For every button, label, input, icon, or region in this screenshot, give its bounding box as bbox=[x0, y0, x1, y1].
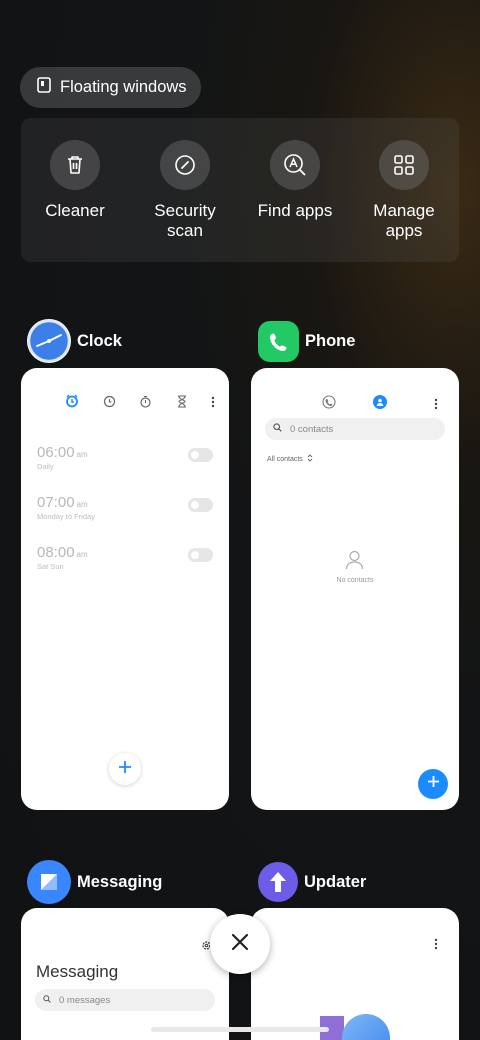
search-placeholder: 0 messages bbox=[59, 994, 111, 1006]
plus-icon bbox=[427, 775, 440, 793]
timer-tab-icon[interactable] bbox=[176, 394, 188, 413]
alarm-toggle[interactable] bbox=[188, 498, 213, 512]
alarm-time: 07:00 bbox=[37, 494, 75, 511]
alarm-ampm: am bbox=[76, 450, 88, 459]
contacts-filter-dropdown[interactable]: All contacts bbox=[267, 454, 313, 464]
empty-contacts-text: No contacts bbox=[336, 577, 374, 584]
search-icon bbox=[43, 994, 51, 1006]
close-all-button[interactable] bbox=[210, 914, 270, 974]
clock-app-icon bbox=[27, 319, 71, 363]
person-icon bbox=[345, 550, 364, 575]
search-placeholder: 0 contacts bbox=[290, 423, 334, 435]
messaging-app-card[interactable]: Messaging 0 messages bbox=[21, 908, 229, 1040]
updater-app-name: Updater bbox=[304, 872, 367, 891]
phone-app-card[interactable]: 0 contacts All contacts No contacts bbox=[251, 368, 459, 810]
alarm-time: 08:00 bbox=[37, 544, 75, 561]
contacts-filter-label: All contacts bbox=[267, 455, 303, 463]
add-contact-button[interactable] bbox=[418, 769, 448, 799]
more-options-icon[interactable] bbox=[211, 395, 215, 413]
clock-tab-bar bbox=[65, 394, 215, 413]
find-apps-label: Find apps bbox=[257, 201, 333, 220]
security-scan-icon bbox=[160, 140, 210, 190]
phone-app-header[interactable]: Phone bbox=[258, 321, 355, 362]
cleaner-button[interactable]: Cleaner bbox=[25, 140, 125, 221]
alarm-row[interactable]: 06:00 am Daily bbox=[37, 444, 213, 484]
more-options-icon[interactable] bbox=[434, 397, 438, 415]
alarm-repeat: Daily bbox=[37, 462, 54, 471]
alarm-ampm: am bbox=[76, 500, 88, 509]
find-apps-icon bbox=[270, 140, 320, 190]
floating-windows-label: Floating windows bbox=[60, 78, 187, 96]
messaging-app-header[interactable]: Messaging bbox=[27, 860, 162, 904]
home-indicator[interactable] bbox=[151, 1027, 329, 1032]
world-clock-tab-icon[interactable] bbox=[103, 395, 116, 413]
close-icon bbox=[231, 933, 249, 956]
trash-icon bbox=[50, 140, 100, 190]
alarm-repeat: Monday to Friday bbox=[37, 512, 95, 521]
alarm-toggle[interactable] bbox=[188, 448, 213, 462]
cleaner-label: Cleaner bbox=[45, 201, 105, 220]
alarm-tab-icon[interactable] bbox=[65, 394, 79, 413]
alarm-time: 06:00 bbox=[37, 444, 75, 461]
clock-app-name: Clock bbox=[77, 331, 122, 350]
alarm-row[interactable]: 07:00 am Monday to Friday bbox=[37, 494, 213, 534]
contacts-tab-icon[interactable] bbox=[373, 395, 387, 409]
clock-app-header[interactable]: Clock bbox=[27, 319, 122, 363]
manage-apps-button[interactable]: Manage apps bbox=[354, 140, 454, 241]
clock-app-card[interactable]: 06:00 am Daily 07:00 am Monday to Friday 0… bbox=[21, 368, 229, 810]
more-options-icon[interactable] bbox=[434, 937, 438, 955]
security-scan-button[interactable]: Security scan bbox=[135, 140, 235, 241]
updater-illustration-circle bbox=[342, 1014, 390, 1040]
plus-icon bbox=[118, 760, 132, 779]
sort-arrows-icon bbox=[307, 454, 313, 464]
floating-windows-button[interactable]: Floating windows bbox=[20, 67, 201, 108]
alarm-repeat: Sat Sun bbox=[37, 562, 64, 571]
alarm-toggle[interactable] bbox=[188, 548, 213, 562]
add-alarm-button[interactable] bbox=[109, 753, 141, 785]
alarm-ampm: am bbox=[76, 550, 88, 559]
messages-search-input[interactable]: 0 messages bbox=[35, 989, 215, 1011]
quick-actions-panel: Cleaner Security scan Find apps Manage a… bbox=[21, 118, 459, 262]
updater-app-icon bbox=[258, 862, 298, 902]
alarm-row[interactable]: 08:00 am Sat Sun bbox=[37, 544, 213, 584]
find-apps-button[interactable]: Find apps bbox=[245, 140, 345, 221]
floating-window-icon bbox=[36, 77, 52, 98]
phone-app-name: Phone bbox=[305, 332, 356, 350]
contacts-search-input[interactable]: 0 contacts bbox=[265, 418, 445, 440]
messaging-app-icon bbox=[27, 860, 71, 904]
stopwatch-tab-icon[interactable] bbox=[139, 395, 152, 413]
manage-apps-label: Manage apps bbox=[373, 201, 435, 240]
security-scan-label: Security scan bbox=[154, 201, 216, 240]
messaging-title: Messaging bbox=[36, 962, 119, 981]
search-icon bbox=[273, 423, 282, 435]
grid-icon bbox=[379, 140, 429, 190]
messaging-app-name: Messaging bbox=[77, 872, 163, 891]
recents-tab-icon[interactable] bbox=[322, 395, 336, 414]
updater-app-header[interactable]: Updater bbox=[258, 862, 366, 902]
phone-app-icon bbox=[258, 321, 299, 362]
updater-app-card[interactable] bbox=[251, 908, 459, 1040]
